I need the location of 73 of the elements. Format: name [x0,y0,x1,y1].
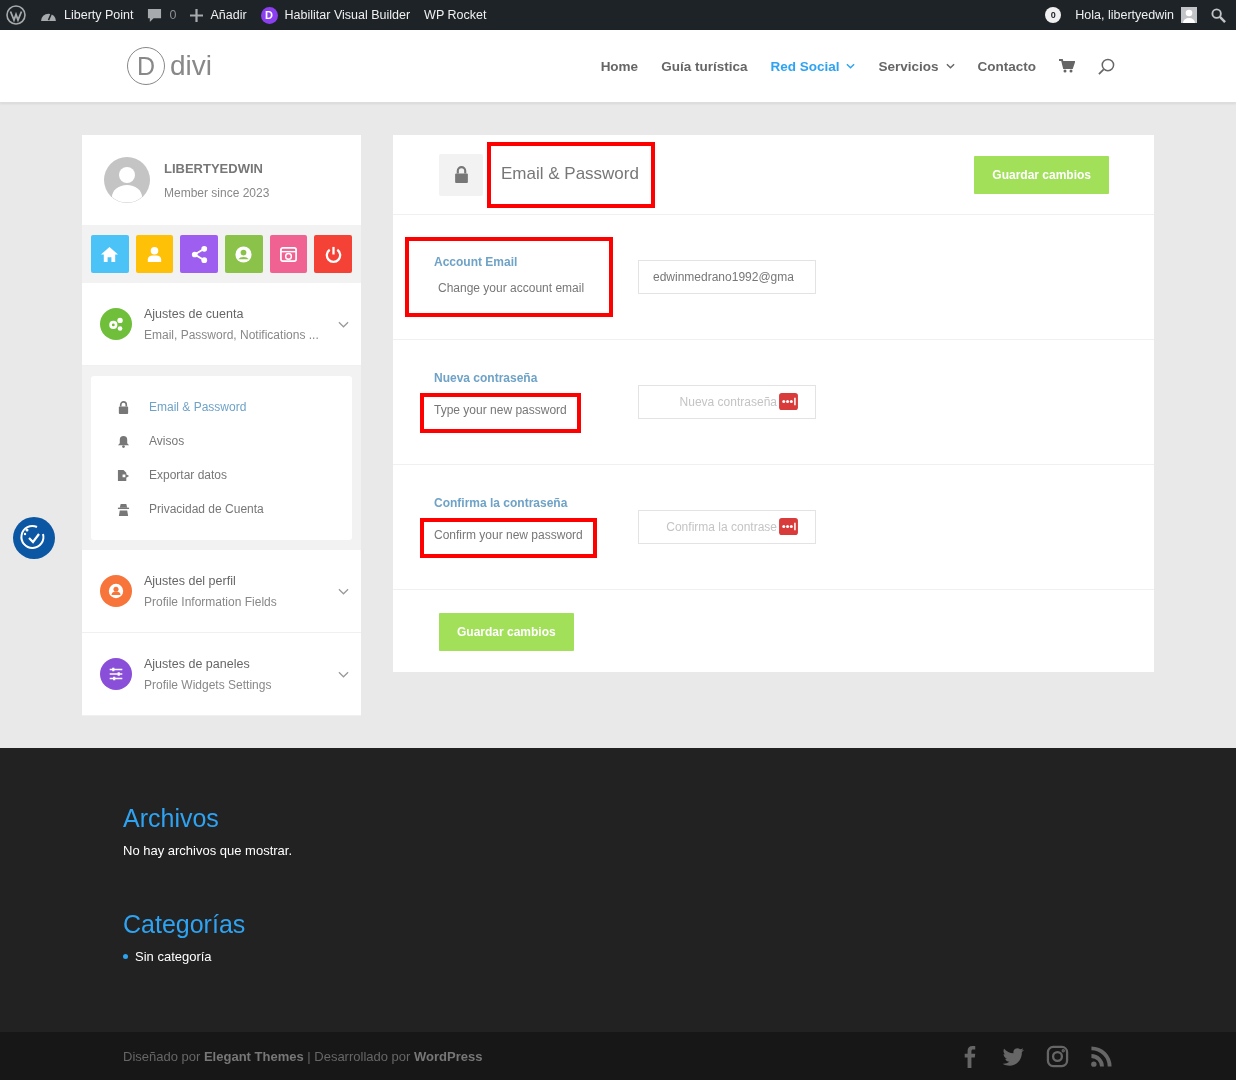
home-icon [100,244,120,264]
field-label: Nueva contraseña [434,371,539,385]
notification-count[interactable]: 0 [1045,7,1062,23]
chevron-down-icon [338,670,349,678]
lock-icon [117,400,130,414]
search-icon[interactable] [1211,7,1226,23]
field-hint: Confirm your new password [420,518,597,558]
section-subtitle: Profile Widgets Settings [144,677,273,692]
chevron-down-icon [338,320,349,328]
panel-title: Email & Password [487,141,655,208]
nav-link[interactable]: Guía turística [661,58,748,74]
instagram-icon[interactable] [1046,1044,1069,1068]
admin-bar-link[interactable]: 0 [147,7,177,23]
cookie-consent-icon[interactable] [13,517,55,559]
quick-button[interactable] [225,235,263,273]
nav-link[interactable]: Servicios [878,58,955,74]
rss-icon[interactable] [1090,1044,1113,1068]
field-hint: Change your account email [437,280,586,297]
section-subtitle: Profile Information Fields [144,594,278,609]
section-title: Ajustes de paneles [144,656,251,671]
submenu-link[interactable]: Avisos [117,424,352,458]
field-label: Account Email [434,255,519,269]
admin-bar-link[interactable]: Liberty Point [40,8,134,22]
admin-bar-link[interactable]: WP Rocket [424,8,487,22]
quick-button[interactable] [314,235,353,273]
widget-text: No hay archivos que mostrar. [123,843,294,858]
nav-link[interactable]: Contacto [977,58,1036,74]
camera-icon [279,244,298,264]
quick-button[interactable] [180,235,218,273]
file-export-icon [117,468,130,482]
cart-icon[interactable] [1059,59,1075,73]
search-icon[interactable] [1098,57,1115,75]
password-manager-icon[interactable] [779,518,798,535]
avatar-icon [104,157,150,203]
settings-section[interactable]: Ajustes de paneles Profile Widgets Settings [82,633,361,716]
field-label: Confirma la contraseña [434,496,569,510]
comment-icon [147,7,163,23]
lock-icon [439,153,483,196]
share-icon [189,244,209,264]
section-subtitle: Email, Password, Notifications ... [144,327,320,342]
admin-bar-link[interactable]: Añadir [190,8,247,22]
submenu-link[interactable]: Privacidad de Cuenta [117,492,352,526]
quick-button[interactable] [269,235,308,273]
admin-bar-link[interactable]: D Habilitar Visual Builder [260,6,411,24]
wordpress-logo-icon[interactable] [6,5,26,25]
settings-section[interactable]: Ajustes del perfil Profile Information Fields [82,550,361,633]
account-menu[interactable]: Hola, libertyedwin [1075,7,1197,23]
widget-title: Archivos [123,804,220,833]
password-manager-icon[interactable] [779,393,798,410]
plus-icon [190,8,204,22]
widget-title: Categorías [123,910,247,939]
user-circle-icon [234,244,254,264]
avatar-icon [1181,7,1197,23]
password-field[interactable]: Nueva contraseña [638,385,816,419]
member-since: Member since 2023 [164,185,270,200]
input-field[interactable]: edwinmedrano1992@gma [638,260,816,294]
section-title: Ajustes del perfil [144,573,237,588]
chevron-down-icon [338,587,349,595]
profile-name: LIBERTYEDWIN [164,160,264,176]
field-hint: Type your new password [420,393,581,433]
incognito-icon [117,502,130,516]
bullet-icon [123,954,128,959]
power-icon [323,244,343,264]
quick-button[interactable] [91,235,129,273]
bell-icon [117,434,130,448]
password-field[interactable]: Confirma la contrase [638,510,816,544]
site-logo[interactable]: D divi [127,47,212,85]
category-link[interactable]: Sin categoría [135,949,212,964]
section-title: Ajustes de cuenta [144,306,245,321]
user-icon [145,244,164,264]
nav-link[interactable]: Home [600,58,639,74]
submenu-link[interactable]: Exportar datos [117,458,352,492]
footer-credits: Diseñado por Elegant Themes | Desarrollado por WordPress [123,1048,483,1064]
